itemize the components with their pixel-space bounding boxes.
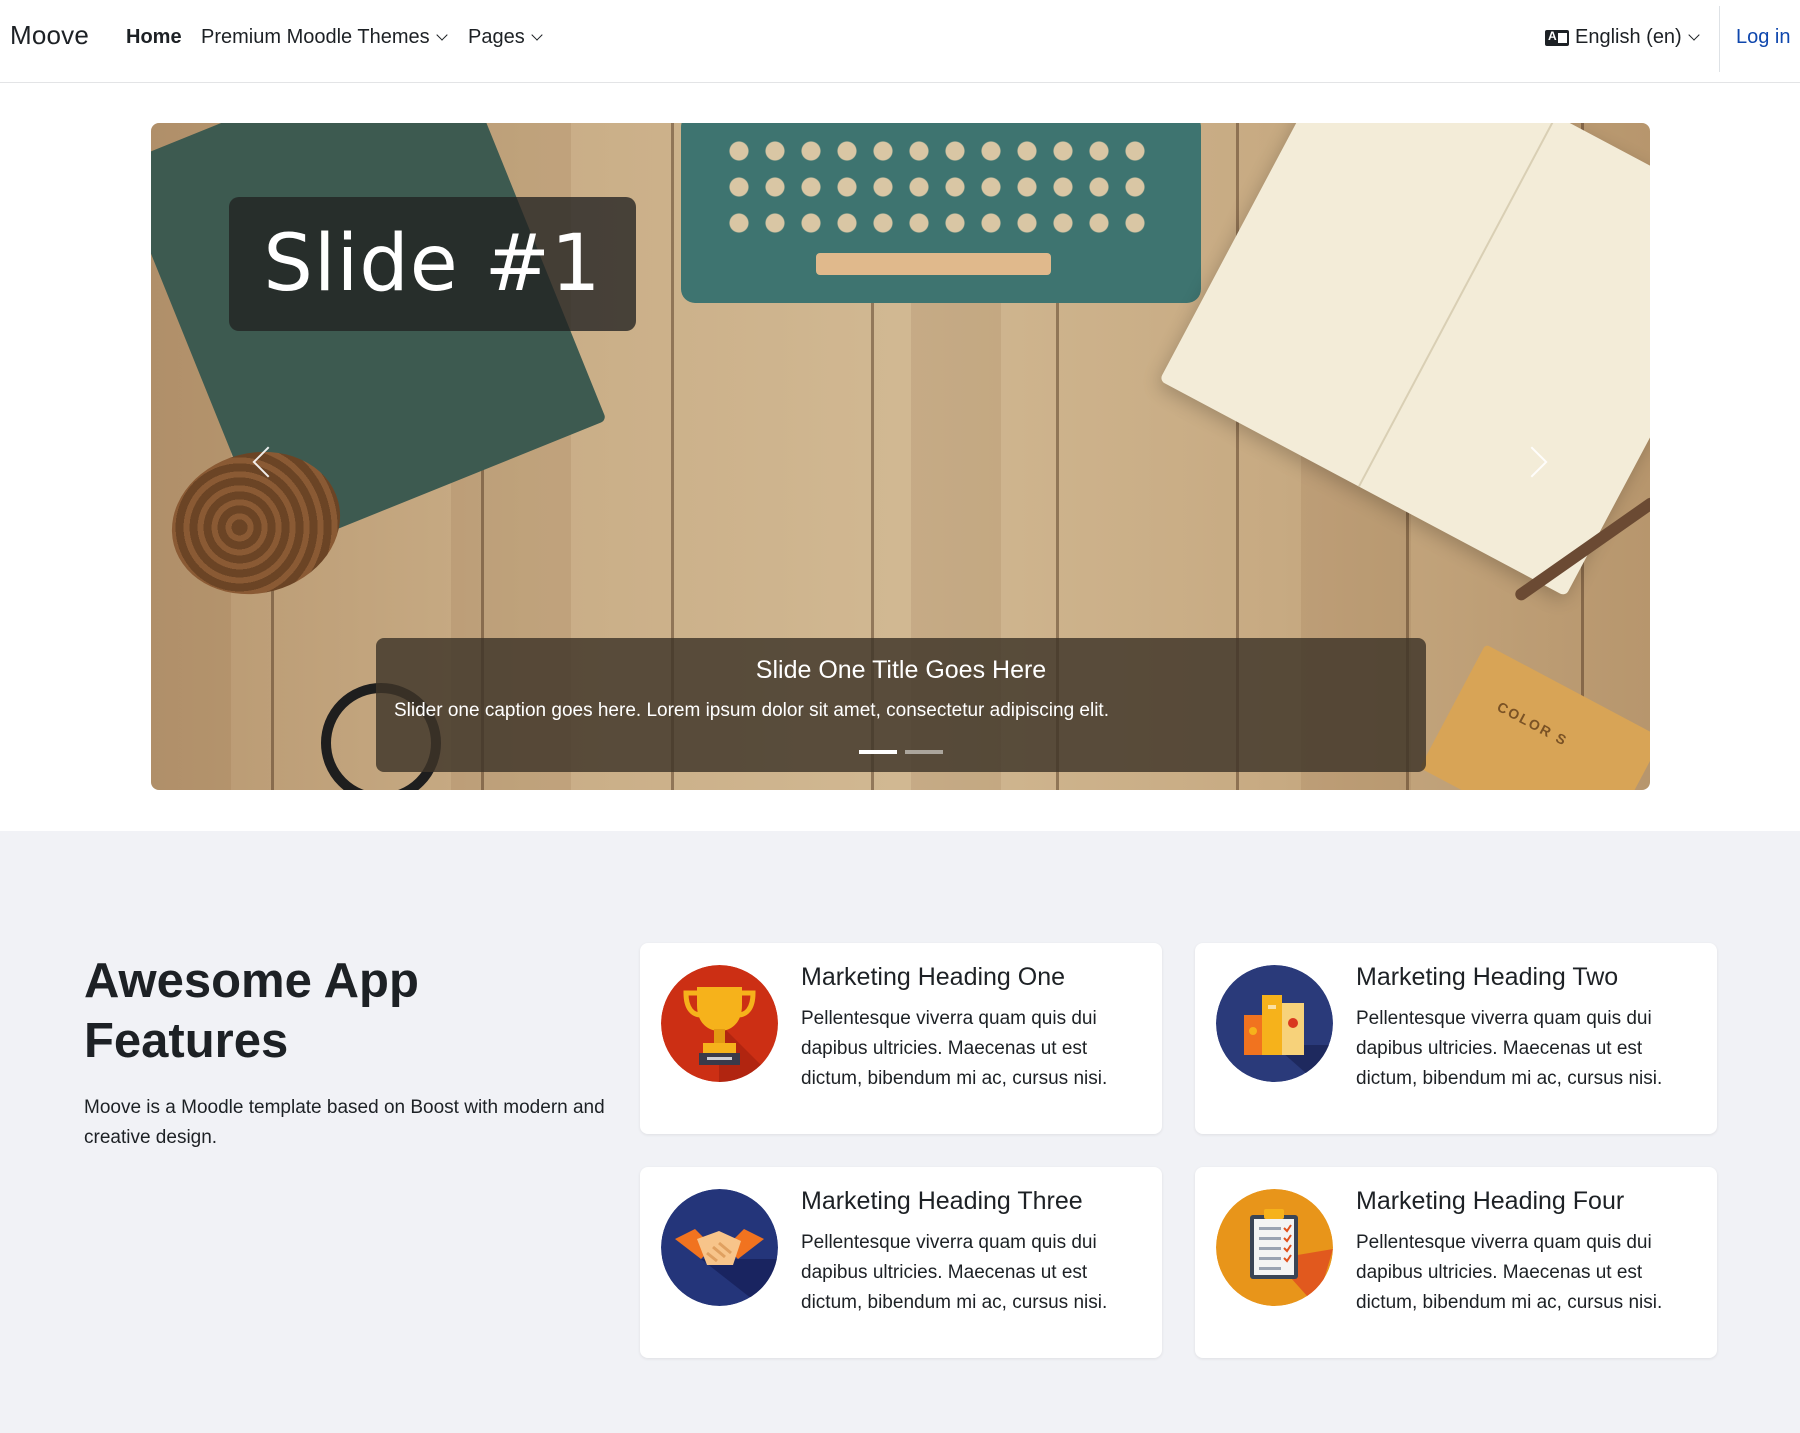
nav-pages[interactable]: Pages (468, 26, 543, 49)
nav-premium-themes[interactable]: Premium Moodle Themes (201, 26, 448, 49)
caption-title: Slide One Title Goes Here (755, 656, 1047, 684)
carousel-prev-button[interactable] (245, 441, 285, 481)
carousel-indicator-1[interactable] (859, 750, 897, 754)
slider-carousel: COLOR S Slide #1 Slide One Title Goes He… (151, 123, 1650, 790)
color-box-image: COLOR S (1419, 644, 1650, 790)
typewriter-spacebar (816, 253, 1051, 275)
caption-text: Slider one caption goes here. Lorem ipsu… (394, 700, 1109, 721)
site-brand[interactable]: Moove (10, 20, 89, 51)
feature-card-text: Pellentesque viverra quam quis dui dapib… (1356, 1008, 1663, 1089)
feature-card: Marketing Heading Four Pellentesque vive… (1195, 1167, 1717, 1358)
typewriter-keys (721, 133, 1161, 243)
language-menu[interactable]: English (en) (1545, 26, 1700, 49)
feature-card-title: Marketing Heading Three (801, 1187, 1083, 1215)
slide-heading: Slide #1 (263, 219, 602, 309)
nav-pages-label: Pages (468, 26, 525, 48)
language-label: English (en) (1575, 26, 1682, 48)
login-link[interactable]: Log in (1736, 26, 1791, 49)
feature-card-title: Marketing Heading One (801, 963, 1066, 991)
handshake-icon (661, 1189, 778, 1306)
language-icon (1545, 29, 1569, 46)
carousel-indicator-2[interactable] (905, 750, 943, 754)
color-box-label: COLOR S (1494, 698, 1571, 749)
notebook-fold (1357, 123, 1557, 488)
typewriter-image (681, 123, 1201, 303)
feature-card-title: Marketing Heading Four (1356, 1187, 1625, 1215)
chevron-down-icon (531, 29, 543, 41)
trophy-icon (661, 965, 778, 1082)
chevron-right-icon (1516, 446, 1548, 478)
carousel-next-button[interactable] (1516, 441, 1557, 481)
feature-card-title: Marketing Heading Two (1356, 963, 1619, 991)
features-description: Moove is a Moodle template based on Boos… (84, 1097, 605, 1148)
feature-card: Marketing Heading One Pellentesque viver… (640, 943, 1162, 1134)
checklist-icon (1216, 1189, 1333, 1306)
feature-card-text: Pellentesque viverra quam quis dui dapib… (801, 1008, 1108, 1089)
chevron-left-icon (252, 446, 284, 478)
slide-caption: Slide One Title Goes Here Slider one cap… (376, 638, 1426, 772)
books-icon (1216, 965, 1333, 1082)
features-heading: Awesome App Features (84, 954, 419, 1068)
feature-card-text: Pellentesque viverra quam quis dui dapib… (1356, 1232, 1663, 1313)
features-section: Awesome App Features Moove is a Moodle t… (0, 831, 1800, 1433)
carousel-indicators (859, 750, 943, 754)
feature-card: Marketing Heading Three Pellentesque viv… (640, 1167, 1162, 1358)
chevron-down-icon (435, 29, 448, 41)
top-navbar: Moove Home Premium Moodle Themes Pages E… (0, 0, 1800, 83)
slide-heading-box: Slide #1 (229, 197, 636, 331)
feature-card: Marketing Heading Two Pellentesque viver… (1195, 943, 1717, 1134)
chevron-down-icon (1688, 29, 1700, 41)
nav-home-label: Home (126, 26, 182, 48)
nav-premium-themes-label: Premium Moodle Themes (201, 26, 430, 48)
feature-card-text: Pellentesque viverra quam quis dui dapib… (801, 1232, 1108, 1313)
navbar-divider (1719, 6, 1720, 72)
nav-home[interactable]: Home (126, 26, 182, 49)
